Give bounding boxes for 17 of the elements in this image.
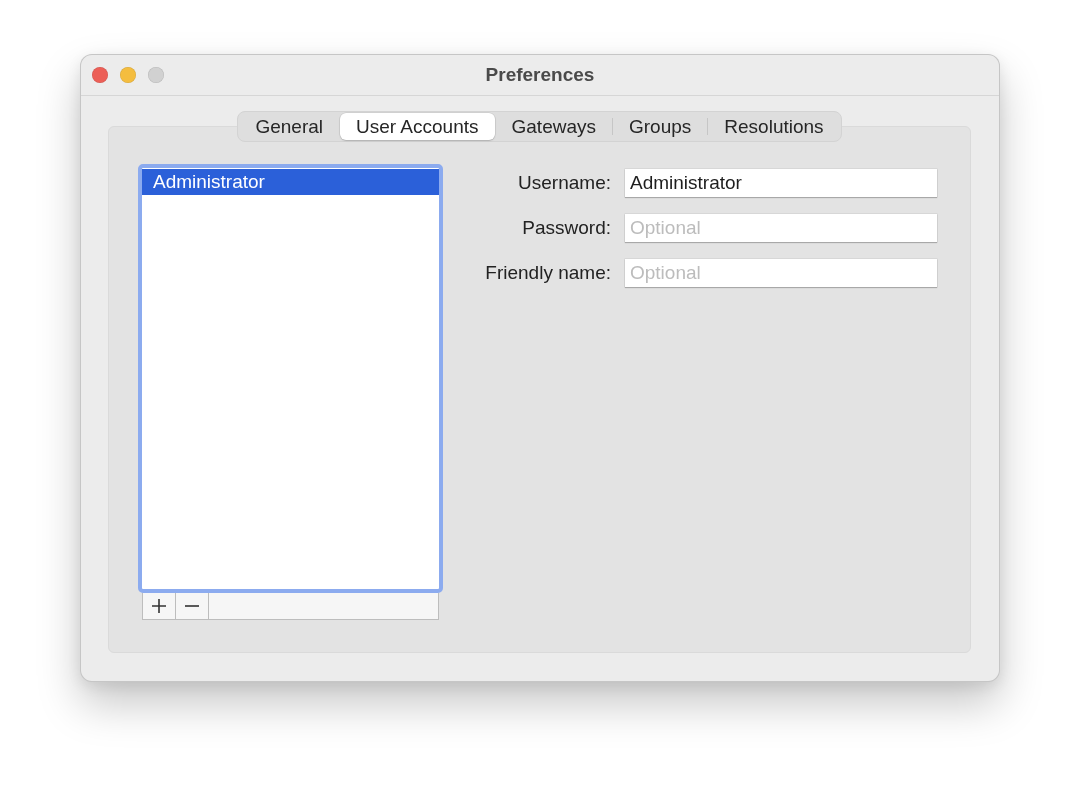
minimize-button[interactable] bbox=[120, 67, 136, 83]
text-field[interactable]: Administrator bbox=[625, 169, 937, 197]
tab[interactable]: General bbox=[239, 113, 339, 140]
window-title: Preferences bbox=[485, 64, 595, 86]
text-field[interactable]: Optional bbox=[625, 214, 937, 242]
tab[interactable]: Gateways bbox=[495, 113, 612, 140]
field-label: Friendly name: bbox=[485, 262, 611, 284]
tab[interactable]: Groups bbox=[613, 113, 708, 140]
tab[interactable]: Resolutions bbox=[708, 113, 840, 140]
text-field[interactable]: Optional bbox=[625, 259, 937, 287]
tab[interactable]: User Accounts bbox=[340, 113, 495, 140]
plus-icon bbox=[152, 599, 166, 613]
minus-icon bbox=[185, 605, 199, 607]
field-label: Username: bbox=[518, 172, 611, 194]
close-button[interactable] bbox=[92, 67, 108, 83]
account-list-item[interactable]: Administrator bbox=[142, 169, 439, 195]
field-label: Password: bbox=[522, 217, 611, 239]
